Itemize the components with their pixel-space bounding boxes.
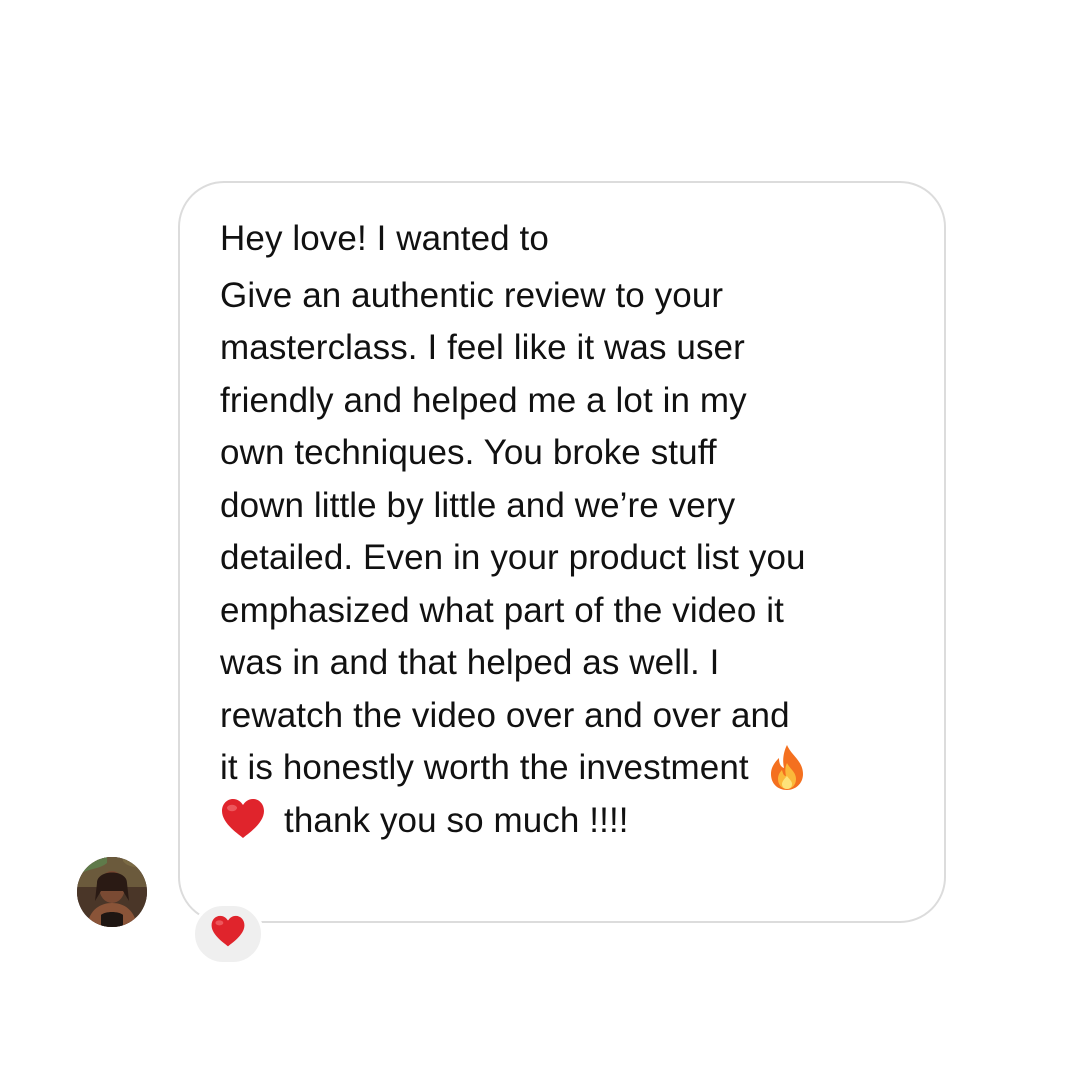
heart-reaction-badge[interactable] <box>192 903 264 965</box>
message-line: friendly and helped me a lot in my <box>220 380 747 420</box>
message-line-text: thank you so much !!!! <box>284 800 629 840</box>
message-line: was in and that helped as well. I <box>220 643 720 682</box>
message-line-text: it is honestly worth the investment <box>220 748 749 787</box>
sender-avatar[interactable] <box>77 857 147 927</box>
red-heart-icon <box>220 798 266 840</box>
message-line: own techniques. You broke stuff <box>220 433 717 472</box>
dm-thread-canvas: Hey love! I wanted to Give an authentic … <box>0 0 1080 1080</box>
message-line: masterclass. I feel like it was user <box>220 328 745 367</box>
message-line-with-fire: it is honestly worth the investment <box>220 742 904 795</box>
message-line-with-heart: thank you so much !!!! <box>220 795 904 848</box>
fire-icon <box>767 743 807 791</box>
message-line: emphasized what part of the video it <box>220 590 784 630</box>
message-line: Hey love! I wanted to <box>220 219 549 258</box>
red-heart-icon <box>210 915 246 953</box>
message-line: Give an authentic review to your <box>220 275 724 315</box>
message-bubble[interactable]: Hey love! I wanted to Give an authentic … <box>178 181 946 923</box>
message-line: down little by little and we’re very <box>220 485 736 525</box>
message-line: rewatch the video over and over and <box>220 695 790 735</box>
message-line: detailed. Even in your product list you <box>220 538 806 577</box>
